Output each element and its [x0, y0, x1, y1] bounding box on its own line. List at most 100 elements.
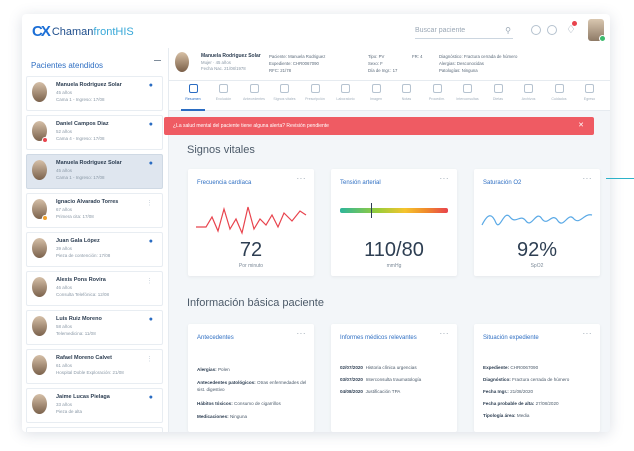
tab-icon	[585, 84, 594, 93]
tab-label: Evolución	[215, 97, 232, 101]
card-title: Saturación O2	[483, 180, 522, 186]
patient-list-item[interactable]: Juan Gala López 39 años Pieza de contenció…	[26, 232, 163, 267]
patient-list-item[interactable]: Manuela Rodriguez Solar 45 años Cama 1 - I…	[26, 76, 163, 111]
patient-info: Cama 1 - Ingreso: 17/08	[56, 97, 105, 102]
more-icon[interactable]: ···	[583, 174, 593, 183]
info-row: Medicaciones: Ninguna	[197, 414, 248, 419]
online-status-dot	[599, 35, 606, 42]
informes-card[interactable]: Informes médicos relevantes ··· 02/07/20…	[331, 324, 457, 432]
patient-info: Cama 1 - Ingreso: 17/08	[56, 175, 105, 180]
patient-avatar	[32, 316, 47, 336]
pin-icon[interactable]: ●	[149, 160, 153, 167]
more-icon[interactable]: ⋮	[146, 199, 153, 207]
tab-icon	[310, 84, 320, 93]
notification-badge	[572, 21, 577, 26]
info-row: Fecha probable de alta: 27/08/2020	[483, 401, 559, 406]
patient-age: 52 años	[56, 129, 73, 134]
bell-icon[interactable]: ♢	[566, 21, 577, 36]
pin-icon[interactable]: ●	[149, 316, 153, 323]
tab-3[interactable]: Signos vitales	[271, 84, 299, 108]
app-window: CX Chaman frontHIS Buscar paciente ⚲ ♢ P…	[22, 14, 610, 432]
situacion-card[interactable]: Situación expediente ··· Expediente: CHR…	[474, 324, 600, 432]
pin-icon[interactable]: ●	[149, 394, 153, 401]
pin-icon[interactable]: ●	[149, 121, 153, 128]
more-icon[interactable]: ···	[297, 329, 307, 338]
info-row: Alergias: Polen	[197, 367, 230, 372]
report-row[interactable]: 03/07/2020 Interconsulta traumatología	[340, 376, 421, 383]
patient-list-item[interactable]: Ignacio Alvarado Torres 67 años Primera ci…	[26, 193, 163, 228]
tab-5[interactable]: Laboratorio	[332, 84, 360, 108]
info-row: Expediente: CHR0067090	[483, 365, 539, 370]
patient-info: Cama 4 - Ingreso: 17/08	[56, 136, 105, 141]
pin-icon[interactable]: ●	[149, 238, 153, 245]
card-title: Situación expediente	[483, 335, 539, 341]
more-icon[interactable]: ···	[440, 174, 450, 183]
heart-rate-card[interactable]: Frecuencia cardíaca ··· 72 Por minuto	[188, 169, 314, 276]
report-row[interactable]: 02/07/2020 Historia clínica urgencias	[340, 364, 417, 371]
patient-list-item[interactable]: Rafael Moreno Calvet 61 años Hospital Dobl…	[26, 349, 163, 384]
basic-info-section-title: Información básica paciente	[187, 297, 324, 309]
tab-4[interactable]: Prescripción	[301, 84, 329, 108]
app-logo[interactable]: CX Chaman frontHIS	[32, 23, 134, 40]
more-icon[interactable]: ⋮	[146, 355, 153, 363]
meta-line: Diagnóstico: Fractura cerrada de húmero	[439, 54, 518, 59]
tab-0[interactable]: Resumen	[179, 84, 207, 111]
logo-name: Chaman	[51, 25, 94, 38]
oxygen-saturation-card[interactable]: Saturación O2 ··· 92% SpO2	[474, 169, 600, 276]
patient-list-item[interactable]: Alexis Pons Rovira 46 años Consulta Telefó…	[26, 271, 163, 306]
patient-list-item[interactable]: Manuela Rodriguez Solar 45 años Cama 1 - I…	[26, 154, 163, 189]
patient-meta-col-2: Tipo: PV Sexo: F Día de Ingr.: 17	[368, 53, 397, 74]
blood-pressure-card[interactable]: Tensión arterial ··· 110/80 mmHg	[331, 169, 457, 276]
tab-label: Cuidados	[551, 97, 567, 101]
tab-8[interactable]: Procedim.	[423, 84, 451, 108]
tab-12[interactable]: Cuidados	[545, 84, 573, 108]
patient-list-item[interactable]: Luis Ruiz Moreno 58 años Telemedicina: 11/…	[26, 310, 163, 345]
patient-list-item[interactable]: Daniel Campos Diaz 52 años Cama 4 - Ingres…	[26, 115, 163, 150]
tab-6[interactable]: Imagen	[362, 84, 390, 108]
pressure-gauge-bar	[340, 208, 448, 213]
patient-sidebar: Pacientes atendidos Manuela Rodriguez So…	[22, 48, 169, 432]
patient-list-item[interactable]: Silvia Ordóñez Rodla28 añosGrupo: contin…	[26, 427, 163, 432]
tab-10[interactable]: Dietas	[484, 84, 512, 108]
search-icon[interactable]: ⚲	[505, 24, 511, 38]
help-icon[interactable]	[531, 25, 541, 35]
patient-status-dot	[42, 215, 48, 221]
patient-age: 46 años	[56, 285, 73, 290]
tab-1[interactable]: Evolución	[210, 84, 238, 108]
tab-9[interactable]: Interconsultas	[454, 84, 482, 108]
patient-name: Luis Ruiz Moreno	[56, 316, 102, 322]
heart-rate-value: 72	[239, 239, 263, 261]
patient-list-item[interactable]: Jaime Lucas Pielaga 33 años Pieza de alta ●	[26, 388, 163, 423]
user-avatar[interactable]	[588, 19, 606, 42]
antecedentes-card[interactable]: Antecedentes ··· Alergias: Polen Anteced…	[188, 324, 314, 432]
meta-line: Día de Ingr.: 17	[368, 68, 398, 73]
patient-name: Ignacio Alvarado Torres	[56, 199, 119, 205]
more-icon[interactable]: ···	[297, 174, 307, 183]
tab-11[interactable]: Archivos	[515, 84, 543, 108]
settings-icon[interactable]	[547, 25, 557, 35]
tab-7[interactable]: Notas	[393, 84, 421, 108]
more-icon[interactable]: ···	[440, 329, 450, 338]
close-icon[interactable]: ✕	[578, 117, 584, 135]
tab-2[interactable]: Antecedentes	[240, 84, 268, 108]
alert-text: ¿La salud mental del paciente tiene algu…	[173, 123, 329, 129]
patient-age: 61 años	[56, 363, 73, 368]
patient-name: Jaime Lucas Pielaga	[56, 394, 110, 400]
more-icon[interactable]: ···	[583, 329, 593, 338]
more-icon[interactable]: ⋮	[146, 277, 153, 285]
search-input[interactable]: Buscar paciente ⚲	[415, 24, 513, 39]
patient-age: 33 años	[56, 402, 73, 407]
card-title: Antecedentes	[197, 335, 234, 341]
tab-icon	[219, 84, 228, 93]
collapse-icon[interactable]	[154, 60, 161, 61]
tab-icon	[554, 84, 564, 93]
report-row[interactable]: 04/08/2020 Justificación TPA	[340, 388, 400, 395]
pin-icon[interactable]: ●	[149, 82, 153, 89]
blood-pressure-value: 110/80	[364, 239, 424, 261]
patient-age: 45 años	[56, 90, 73, 95]
blood-pressure-unit: mmHg	[386, 263, 402, 269]
patient-avatar	[32, 82, 47, 102]
tab-13[interactable]: Egreso	[576, 84, 604, 108]
patient-name: Manuela Rodriguez Solar	[201, 53, 261, 59]
patient-header: Manuela Rodriguez Solar Mujer · 45 años …	[169, 48, 610, 81]
